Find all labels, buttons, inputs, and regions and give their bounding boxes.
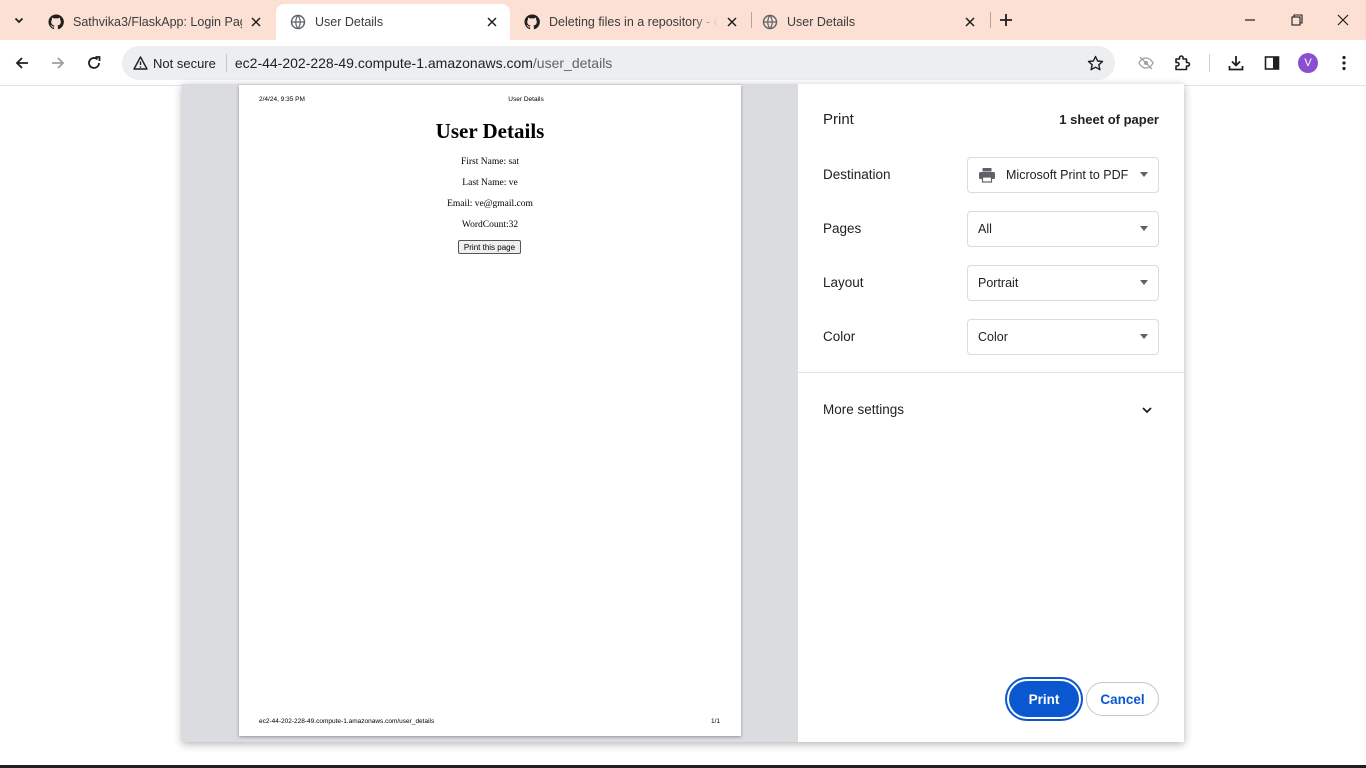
page-heading: User Details (435, 119, 545, 143)
dropdown-arrow-icon (1140, 334, 1148, 339)
email-text: Email: ve@gmail.com (447, 199, 533, 209)
github-icon (524, 14, 540, 30)
downloads-button[interactable] (1222, 49, 1250, 77)
tab-user-details[interactable]: User Details (748, 4, 988, 40)
page-header-title: User Details (508, 96, 544, 103)
close-tab-icon[interactable] (724, 14, 740, 30)
url-path: /user_details (532, 55, 613, 71)
not-secure-label: Not secure (153, 55, 216, 71)
page-footer-url: ec2-44-202-228-49.compute-1.amazonaws.co… (259, 718, 435, 725)
download-icon (1228, 56, 1244, 71)
side-panel-button[interactable] (1258, 49, 1286, 77)
profile-avatar[interactable]: V (1298, 53, 1318, 73)
tab-deleting-files[interactable]: Deleting files in a repository - G (510, 4, 750, 40)
tab-title: User Details (315, 15, 384, 29)
first-name-text: First Name: sat (460, 157, 520, 167)
plus-icon (1000, 14, 1012, 26)
tab-user-details-active[interactable]: User Details (276, 4, 510, 40)
color-value: Color (978, 330, 1008, 344)
pages-value: All (978, 222, 992, 236)
minimize-icon (1245, 19, 1255, 21)
printer-icon (978, 167, 996, 183)
close-window-button[interactable] (1329, 6, 1357, 34)
address-bar[interactable]: Not secure ec2-44-202-228-49.compute-1.a… (122, 46, 1115, 80)
page-footer-number: 1/1 (710, 718, 720, 725)
close-icon (1337, 14, 1349, 26)
last-name-text: Last Name: ve (462, 178, 518, 188)
chevron-down-icon[interactable] (1139, 402, 1155, 418)
tab-search-button[interactable] (6, 7, 32, 33)
url-text[interactable]: ec2-44-202-228-49.compute-1.amazonaws.co… (235, 55, 612, 71)
reload-icon (88, 56, 101, 69)
sheet-count: 1 sheet of paper (1059, 112, 1159, 127)
close-tab-icon[interactable] (484, 14, 500, 30)
arrow-left-icon (15, 57, 28, 69)
menu-button[interactable] (1330, 49, 1358, 77)
destination-value: Microsoft Print to PDF (1006, 168, 1129, 182)
url-host: ec2-44-202-228-49.compute-1.amazonaws.co… (234, 55, 533, 71)
cancel-button[interactable]: Cancel (1086, 682, 1159, 716)
eye-off-icon (1138, 56, 1154, 70)
back-button[interactable] (8, 49, 36, 77)
forward-button[interactable] (44, 49, 72, 77)
globe-icon (290, 14, 306, 30)
print-button[interactable]: Print (1009, 681, 1079, 717)
pages-label: Pages (823, 221, 862, 236)
puzzle-icon (1175, 55, 1191, 71)
extensions-button[interactable] (1168, 49, 1196, 77)
toolbar-divider (1209, 54, 1210, 72)
restore-icon (1291, 14, 1303, 26)
tab-title: User Details (787, 15, 856, 29)
layout-label: Layout (823, 275, 864, 290)
tab-separator (990, 12, 991, 28)
dropdown-arrow-icon (1140, 280, 1148, 285)
chip-separator (225, 54, 227, 72)
preview-page: 2/4/24, 9:35 PM User Details User Detail… (239, 85, 741, 736)
github-icon (48, 14, 64, 30)
warning-icon (133, 56, 148, 70)
print-settings-panel: Print 1 sheet of paper Destination Micro… (798, 84, 1184, 742)
reload-button[interactable] (80, 49, 108, 77)
dropdown-arrow-icon (1140, 226, 1148, 231)
side-panel-icon (1264, 56, 1280, 70)
chevron-down-icon (14, 17, 24, 24)
print-preview-area: 2/4/24, 9:35 PM User Details User Detail… (182, 84, 798, 742)
layout-value: Portrait (978, 276, 1019, 290)
destination-label: Destination (823, 167, 891, 182)
bookmark-star-icon[interactable] (1085, 53, 1105, 73)
word-count-text: WordCount:32 (461, 220, 519, 230)
close-tab-icon[interactable] (962, 14, 978, 30)
close-tab-icon[interactable] (248, 14, 264, 30)
browser-toolbar: Not secure ec2-44-202-228-49.compute-1.a… (0, 40, 1366, 86)
arrow-right-icon (52, 57, 65, 69)
print-title: Print (823, 111, 854, 128)
new-tab-button[interactable] (994, 8, 1018, 32)
destination-select[interactable]: Microsoft Print to PDF (967, 157, 1159, 193)
tab-title: Sathvika3/FlaskApp: Login Page (73, 15, 242, 29)
tab-strip: Sathvika3/FlaskApp: Login Page User Deta… (0, 0, 1366, 40)
more-vert-icon (1342, 55, 1346, 71)
color-label: Color (823, 329, 856, 344)
more-settings-toggle[interactable]: More settings (823, 402, 904, 417)
dropdown-arrow-icon (1140, 172, 1148, 177)
globe-icon (762, 14, 778, 30)
print-dialog: 2/4/24, 9:35 PM User Details User Detail… (182, 84, 1184, 742)
minimize-button[interactable] (1236, 6, 1264, 34)
pages-select[interactable]: All (967, 211, 1159, 247)
tab-login-page[interactable]: Sathvika3/FlaskApp: Login Page (34, 4, 274, 40)
tab-title: Deleting files in a repository - G (549, 15, 718, 29)
settings-divider (798, 372, 1184, 373)
layout-select[interactable]: Portrait (967, 265, 1159, 301)
site-info-chip[interactable]: Not secure (127, 50, 224, 76)
translate-extension-button[interactable] (1132, 49, 1160, 77)
restore-button[interactable] (1283, 6, 1311, 34)
preview-print-page-button: Print this page (458, 240, 521, 254)
color-select[interactable]: Color (967, 319, 1159, 355)
